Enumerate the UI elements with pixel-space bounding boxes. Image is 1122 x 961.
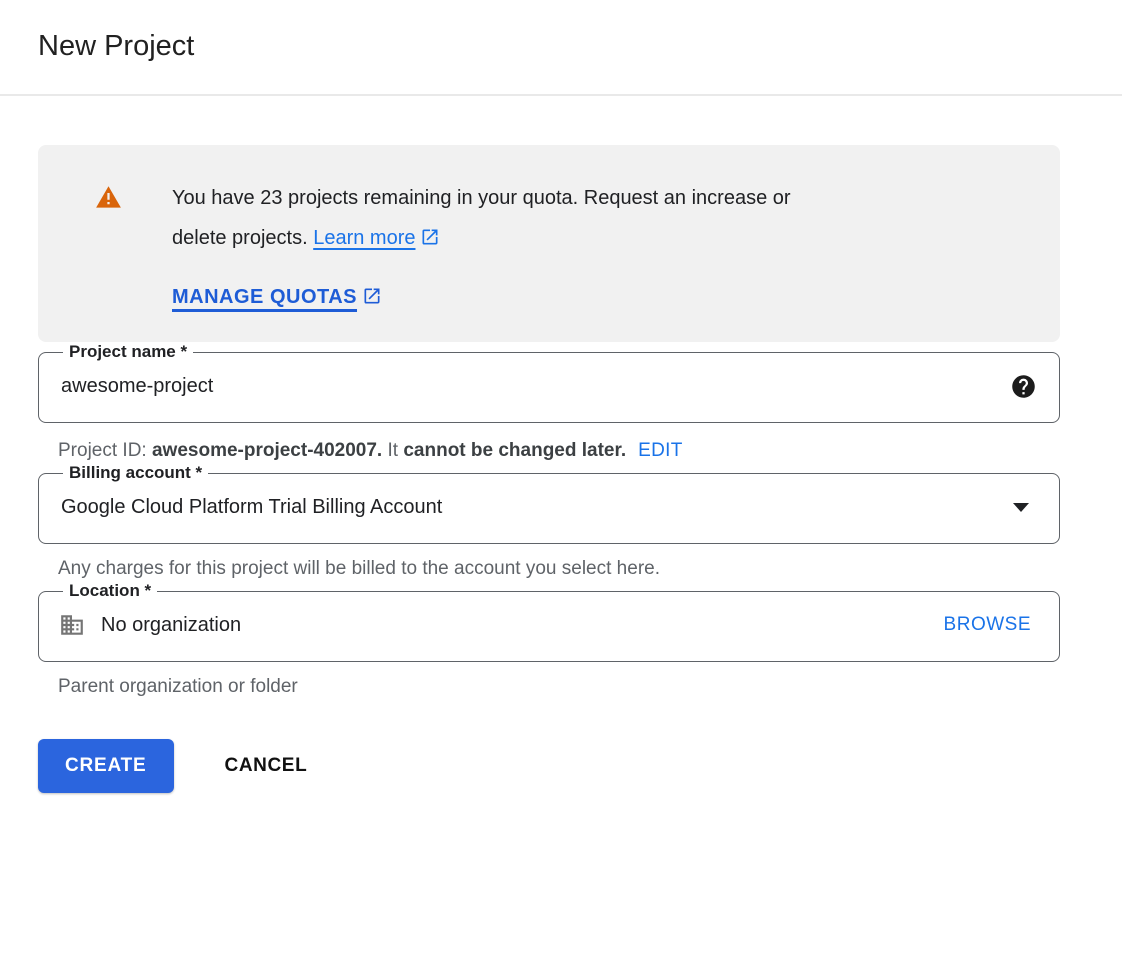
project-id-note: cannot be changed later. <box>403 440 626 461</box>
manage-quotas-row: MANAGE QUOTAS <box>172 285 791 309</box>
project-name-row <box>59 362 1041 422</box>
chevron-down-icon[interactable] <box>1013 503 1029 512</box>
quota-warning-line2: delete projects. Learn more <box>172 218 791 258</box>
location-field: Location * No organization BROWSE <box>38 581 1060 662</box>
project-id-prefix: Project ID: <box>58 440 152 461</box>
create-button[interactable]: CREATE <box>38 739 174 793</box>
billing-account-field: Billing account * Google Cloud Platform … <box>38 463 1060 544</box>
learn-more-link[interactable]: Learn more <box>313 227 415 249</box>
project-name-field: Project name * <box>38 342 1060 423</box>
location-helper-text: Parent organization or folder <box>38 675 1060 699</box>
quota-warning-text: You have 23 projects remaining in your q… <box>172 178 791 309</box>
project-id-middle: It <box>382 440 403 461</box>
location-label: Location * <box>63 581 157 601</box>
billing-account-label: Billing account * <box>63 463 208 483</box>
edit-project-id-link[interactable]: EDIT <box>638 440 682 461</box>
cancel-button[interactable]: CANCEL <box>225 745 308 787</box>
billing-account-select[interactable]: Google Cloud Platform Trial Billing Acco… <box>59 483 1041 543</box>
project-name-label: Project name * <box>63 342 193 362</box>
billing-helper-text: Any charges for this project will be bil… <box>38 557 1060 581</box>
location-value: No organization <box>101 614 944 637</box>
external-link-icon <box>420 227 440 247</box>
billing-account-value: Google Cloud Platform Trial Billing Acco… <box>61 496 1013 519</box>
external-link-icon <box>362 286 382 306</box>
location-row[interactable]: No organization BROWSE <box>59 601 1041 661</box>
manage-quotas-link[interactable]: MANAGE QUOTAS <box>172 286 357 308</box>
page-header: New Project <box>0 0 1122 65</box>
project-name-input[interactable] <box>61 375 1010 398</box>
form-actions: CREATE CANCEL <box>38 739 1060 793</box>
new-project-form: You have 23 projects remaining in your q… <box>38 145 1060 793</box>
header-divider <box>0 94 1122 96</box>
project-id-value: awesome-project-402007. <box>152 440 382 461</box>
project-id-line: Project ID: awesome-project-402007. It c… <box>38 439 1060 463</box>
warning-icon <box>95 184 122 211</box>
page-title: New Project <box>38 27 1122 65</box>
quota-warning-banner: You have 23 projects remaining in your q… <box>38 145 1060 342</box>
organization-icon <box>59 612 85 638</box>
browse-button[interactable]: BROWSE <box>944 614 1031 636</box>
help-icon[interactable] <box>1010 373 1037 400</box>
quota-warning-line1: You have 23 projects remaining in your q… <box>172 178 791 218</box>
